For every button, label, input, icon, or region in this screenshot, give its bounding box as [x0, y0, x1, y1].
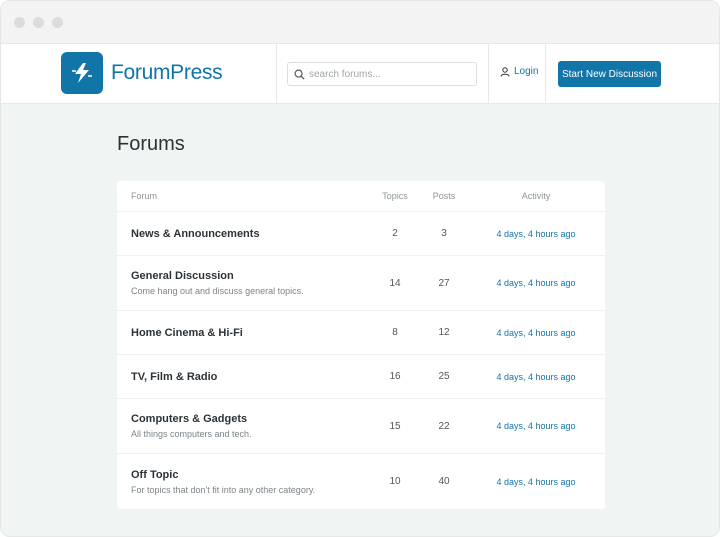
lightning-bolt-icon — [61, 52, 103, 94]
site-logo-text: ForumPress — [111, 61, 223, 84]
header-divider — [545, 44, 546, 103]
search-icon — [294, 69, 305, 80]
topics-count: 15 — [389, 420, 401, 432]
search-input[interactable] — [309, 68, 469, 80]
header-divider — [488, 44, 489, 103]
forum-name-link[interactable]: TV, Film & Radio — [131, 371, 369, 383]
topics-count: 10 — [389, 476, 401, 487]
column-header-forum: Forum — [131, 191, 158, 201]
search-box[interactable] — [287, 62, 477, 86]
login-link[interactable]: Login — [500, 66, 538, 77]
posts-count: 27 — [438, 277, 450, 289]
topics-count: 2 — [392, 228, 398, 239]
forum-name-link[interactable]: Computers & Gadgets — [131, 413, 369, 425]
table-row[interactable]: Home Cinema & Hi-Fi 8 12 4 days, 4 hours… — [117, 311, 605, 355]
table-header-row: Forum Topics Posts Activity — [117, 181, 605, 212]
site-logo[interactable]: ForumPress — [61, 52, 223, 94]
last-activity-link[interactable]: 4 days, 4 hours ago — [467, 372, 605, 382]
posts-count: 22 — [438, 420, 450, 432]
window-close-dot[interactable] — [14, 16, 25, 28]
page-title: Forums — [117, 133, 185, 155]
forum-name-link[interactable]: News & Announcements — [131, 228, 369, 240]
forum-description: All things computers and tech. — [131, 429, 252, 439]
window-maximize-dot[interactable] — [52, 16, 63, 28]
posts-count: 25 — [438, 371, 450, 382]
last-activity-link[interactable]: 4 days, 4 hours ago — [467, 229, 605, 239]
topics-count: 8 — [392, 327, 398, 338]
main-content: Forums Forum Topics Posts Activity News … — [117, 133, 605, 509]
header-divider — [276, 44, 277, 103]
forum-description: Come hang out and discuss general topics… — [131, 286, 304, 296]
forum-description: For topics that don't fit into any other… — [131, 484, 316, 495]
site-header: ForumPress Login Start New Discussion — [1, 44, 719, 104]
topics-count: 16 — [389, 371, 401, 382]
last-activity-link[interactable]: 4 days, 4 hours ago — [467, 477, 605, 487]
table-row[interactable]: General Discussion Come hang out and dis… — [117, 256, 605, 311]
table-row[interactable]: News & Announcements 2 3 4 days, 4 hours… — [117, 212, 605, 256]
column-header-topics: Topics — [382, 191, 408, 201]
user-icon — [500, 66, 510, 77]
table-row[interactable]: Off Topic For topics that don't fit into… — [117, 454, 605, 509]
table-row[interactable]: TV, Film & Radio 16 25 4 days, 4 hours a… — [117, 355, 605, 399]
start-new-discussion-button[interactable]: Start New Discussion — [558, 61, 661, 87]
window-titlebar — [1, 1, 719, 44]
window-minimize-dot[interactable] — [33, 16, 44, 28]
last-activity-link[interactable]: 4 days, 4 hours ago — [467, 421, 605, 431]
forums-table: Forum Topics Posts Activity News & Annou… — [117, 181, 605, 509]
topics-count: 14 — [389, 277, 401, 289]
forum-name-link[interactable]: Off Topic — [131, 469, 369, 481]
posts-count: 40 — [438, 476, 450, 487]
table-row[interactable]: Computers & Gadgets All things computers… — [117, 399, 605, 454]
forum-name-link[interactable]: General Discussion — [131, 270, 369, 282]
column-header-activity: Activity — [521, 191, 551, 201]
column-header-posts: Posts — [432, 191, 456, 201]
last-activity-link[interactable]: 4 days, 4 hours ago — [467, 328, 605, 338]
forum-name-link[interactable]: Home Cinema & Hi-Fi — [131, 327, 369, 339]
posts-count: 12 — [438, 327, 450, 338]
last-activity-link[interactable]: 4 days, 4 hours ago — [467, 278, 605, 288]
posts-count: 3 — [441, 228, 447, 239]
browser-window: ForumPress Login Start New Discussion Fo… — [0, 0, 720, 537]
login-label: Login — [514, 66, 539, 77]
